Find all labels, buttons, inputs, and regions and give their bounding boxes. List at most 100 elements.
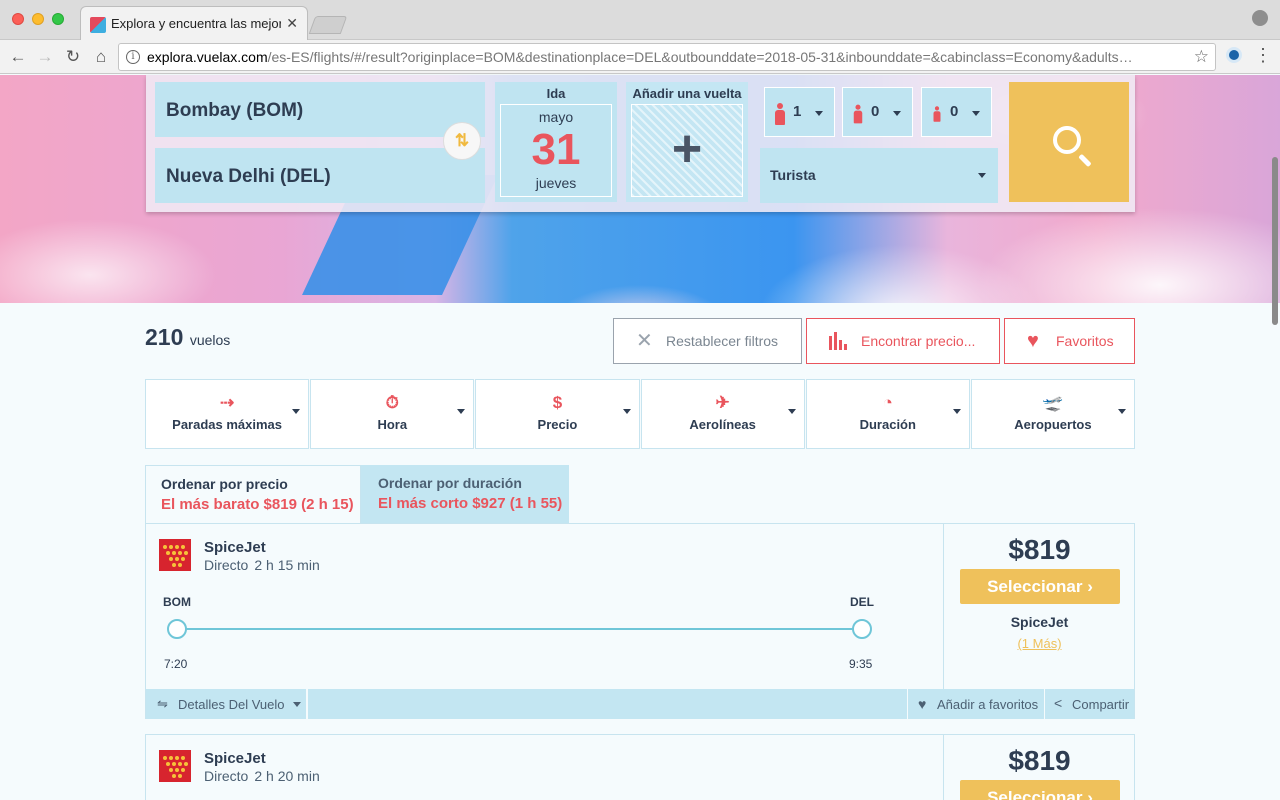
close-window-button[interactable] (12, 13, 24, 25)
minimize-window-button[interactable] (32, 13, 44, 25)
chevron-down-icon (893, 111, 901, 116)
flight-card: SpiceJet Directo 2 h 20 min $819 Seleccio… (145, 734, 1135, 800)
heart-icon: ♥ (1027, 330, 1039, 352)
adults-count: 1 (793, 103, 802, 120)
chevron-right-icon: › (1087, 577, 1093, 596)
origin-field[interactable]: Bombay (BOM) (155, 82, 485, 137)
filter-airports[interactable]: 🛫 Aeropuertos (970, 379, 1136, 449)
vuelax-favicon-icon (90, 17, 106, 33)
adults-selector[interactable]: 1 (764, 87, 835, 137)
results-count-number: 210 (145, 324, 184, 350)
chevron-down-icon (815, 111, 823, 116)
flight-summary: Directo 2 h 15 min (204, 557, 320, 573)
infants-selector[interactable]: 0 (921, 87, 992, 137)
stopwatch-icon: ⏱ (385, 393, 399, 412)
infant-person-icon (933, 106, 941, 122)
add-return-picker[interactable]: Añadir una vuelta + (626, 82, 748, 202)
browser-toolbar: ← → ↻ ⌂ i explora.vuelax.com/es-ES/fligh… (0, 40, 1280, 74)
filter-duration[interactable]: ◔ Duración (805, 379, 970, 449)
flight-summary: Directo 2 h 20 min (204, 768, 320, 784)
share-label: Compartir (1072, 697, 1130, 712)
tab-sort-price[interactable]: Ordenar por precio El más barato $819 (2… (145, 465, 361, 523)
reload-icon[interactable]: ↻ (62, 46, 84, 68)
stops-icon: ⇢ (219, 393, 235, 412)
flight-duration: 2 h 15 min (254, 557, 320, 573)
chevron-right-icon: › (1087, 788, 1093, 800)
children-selector[interactable]: 0 (842, 87, 913, 137)
add-return-label: Añadir una vuelta (632, 86, 742, 101)
home-icon[interactable]: ⌂ (90, 46, 112, 68)
chevron-down-icon (292, 409, 301, 414)
scrollbar-thumb[interactable] (1272, 157, 1278, 325)
maximize-window-button[interactable] (52, 13, 64, 25)
spicejet-logo (159, 539, 191, 571)
favorites-button[interactable]: ♥ Favoritos (1004, 318, 1135, 364)
select-flight-label: Seleccionar (987, 577, 1083, 596)
more-offers-link[interactable]: (1 Más) (944, 636, 1135, 651)
tab-sort-duration[interactable]: Ordenar por duración El más corto $927 (… (361, 465, 569, 523)
add-favorite-button[interactable]: ♥ Añadir a favoritos (907, 689, 1043, 719)
filter-time-label: Hora (377, 417, 408, 432)
child-person-icon (853, 104, 863, 124)
airline-name: SpiceJet (204, 539, 266, 556)
url-text[interactable]: explora.vuelax.com/es-ES/flights/#/resul… (147, 49, 1177, 65)
filter-duration-label: Duración (859, 417, 916, 432)
adult-person-icon (775, 103, 785, 125)
filter-airlines[interactable]: ✈ Aerolíneas (640, 379, 805, 449)
filter-price-label: Precio (537, 417, 578, 432)
select-flight-button[interactable]: Seleccionar › (960, 780, 1120, 800)
browser-menu-icon[interactable]: ⋮ (1254, 45, 1272, 66)
browser-titlebar: Explora y encuentra las mejores ✕ (0, 0, 1280, 40)
flight-details-label: Detalles Del Vuelo (178, 697, 285, 712)
flight-stops: Directo (204, 768, 249, 784)
search-button[interactable] (1009, 82, 1129, 202)
page-scrollbar[interactable] (1270, 75, 1280, 800)
cabin-class-select[interactable]: Turista (760, 148, 998, 203)
address-bar[interactable]: i explora.vuelax.com/es-ES/flights/#/res… (118, 43, 1216, 71)
forward-arrow-icon[interactable]: → (34, 46, 56, 68)
filter-airlines-label: Aerolíneas (689, 417, 756, 432)
bookmark-star-icon[interactable]: ☆ (1194, 47, 1209, 67)
select-flight-button[interactable]: Seleccionar › (960, 569, 1120, 604)
filter-stops[interactable]: ⇢ Paradas máximas (145, 379, 310, 449)
back-arrow-icon[interactable]: ← (7, 46, 29, 68)
price-column: $819 Seleccionar › SpiceJet (1 Más) (943, 524, 1134, 689)
filter-price[interactable]: $ Precio (475, 379, 640, 449)
chevron-down-icon (622, 409, 631, 414)
select-flight-label: Seleccionar (987, 788, 1083, 800)
flight-price: $819 (1008, 534, 1071, 565)
flight-details-toggle[interactable]: ⇋ Detalles Del Vuelo (146, 689, 308, 719)
cabin-class-value: Turista (770, 167, 816, 183)
price-icon: $ (552, 393, 563, 412)
new-tab-button[interactable] (308, 16, 348, 34)
tab-close-icon[interactable]: ✕ (286, 15, 298, 32)
filter-time[interactable]: ⏱ Hora (310, 379, 475, 449)
add-return-button[interactable]: + (631, 104, 743, 197)
departure-date-card[interactable]: mayo 31 jueves (500, 104, 612, 197)
spicejet-logo (159, 750, 191, 782)
arrival-dot (852, 619, 872, 639)
extension-icon[interactable] (1226, 47, 1242, 63)
reset-filters-button[interactable]: ✕ Restablecer filtros (613, 318, 802, 364)
flight-card: SpiceJet Directo 2 h 15 min BOM DEL 7:20 … (145, 523, 1135, 719)
airline-name: SpiceJet (204, 750, 266, 767)
close-icon: ✕ (636, 330, 653, 352)
share-button[interactable]: < Compartir (1044, 689, 1134, 719)
add-favorite-label: Añadir a favoritos (937, 697, 1039, 712)
swap-airports-icon[interactable]: ⇅ (443, 122, 481, 160)
find-price-label: Encontrar precio... (861, 333, 976, 349)
departure-dot (167, 619, 187, 639)
origin-code: BOM (163, 595, 191, 609)
favorites-label: Favoritos (1056, 333, 1114, 349)
browser-tab[interactable]: Explora y encuentra las mejores ✕ (80, 6, 308, 40)
departure-date-picker[interactable]: Ida mayo 31 jueves (495, 82, 617, 202)
chevron-down-icon (978, 173, 986, 178)
sort-price-subtitle: El más barato $819 (2 h 15) (161, 496, 354, 513)
profile-icon[interactable] (1252, 10, 1268, 26)
destination-field[interactable]: Nueva Delhi (DEL) (155, 148, 485, 203)
find-price-button[interactable]: Encontrar precio... (806, 318, 1000, 364)
site-info-icon[interactable]: i (126, 50, 140, 64)
departure-day: 31 (531, 125, 581, 174)
reset-filters-label: Restablecer filtros (666, 333, 779, 349)
duration-icon: ◔ (882, 393, 893, 412)
